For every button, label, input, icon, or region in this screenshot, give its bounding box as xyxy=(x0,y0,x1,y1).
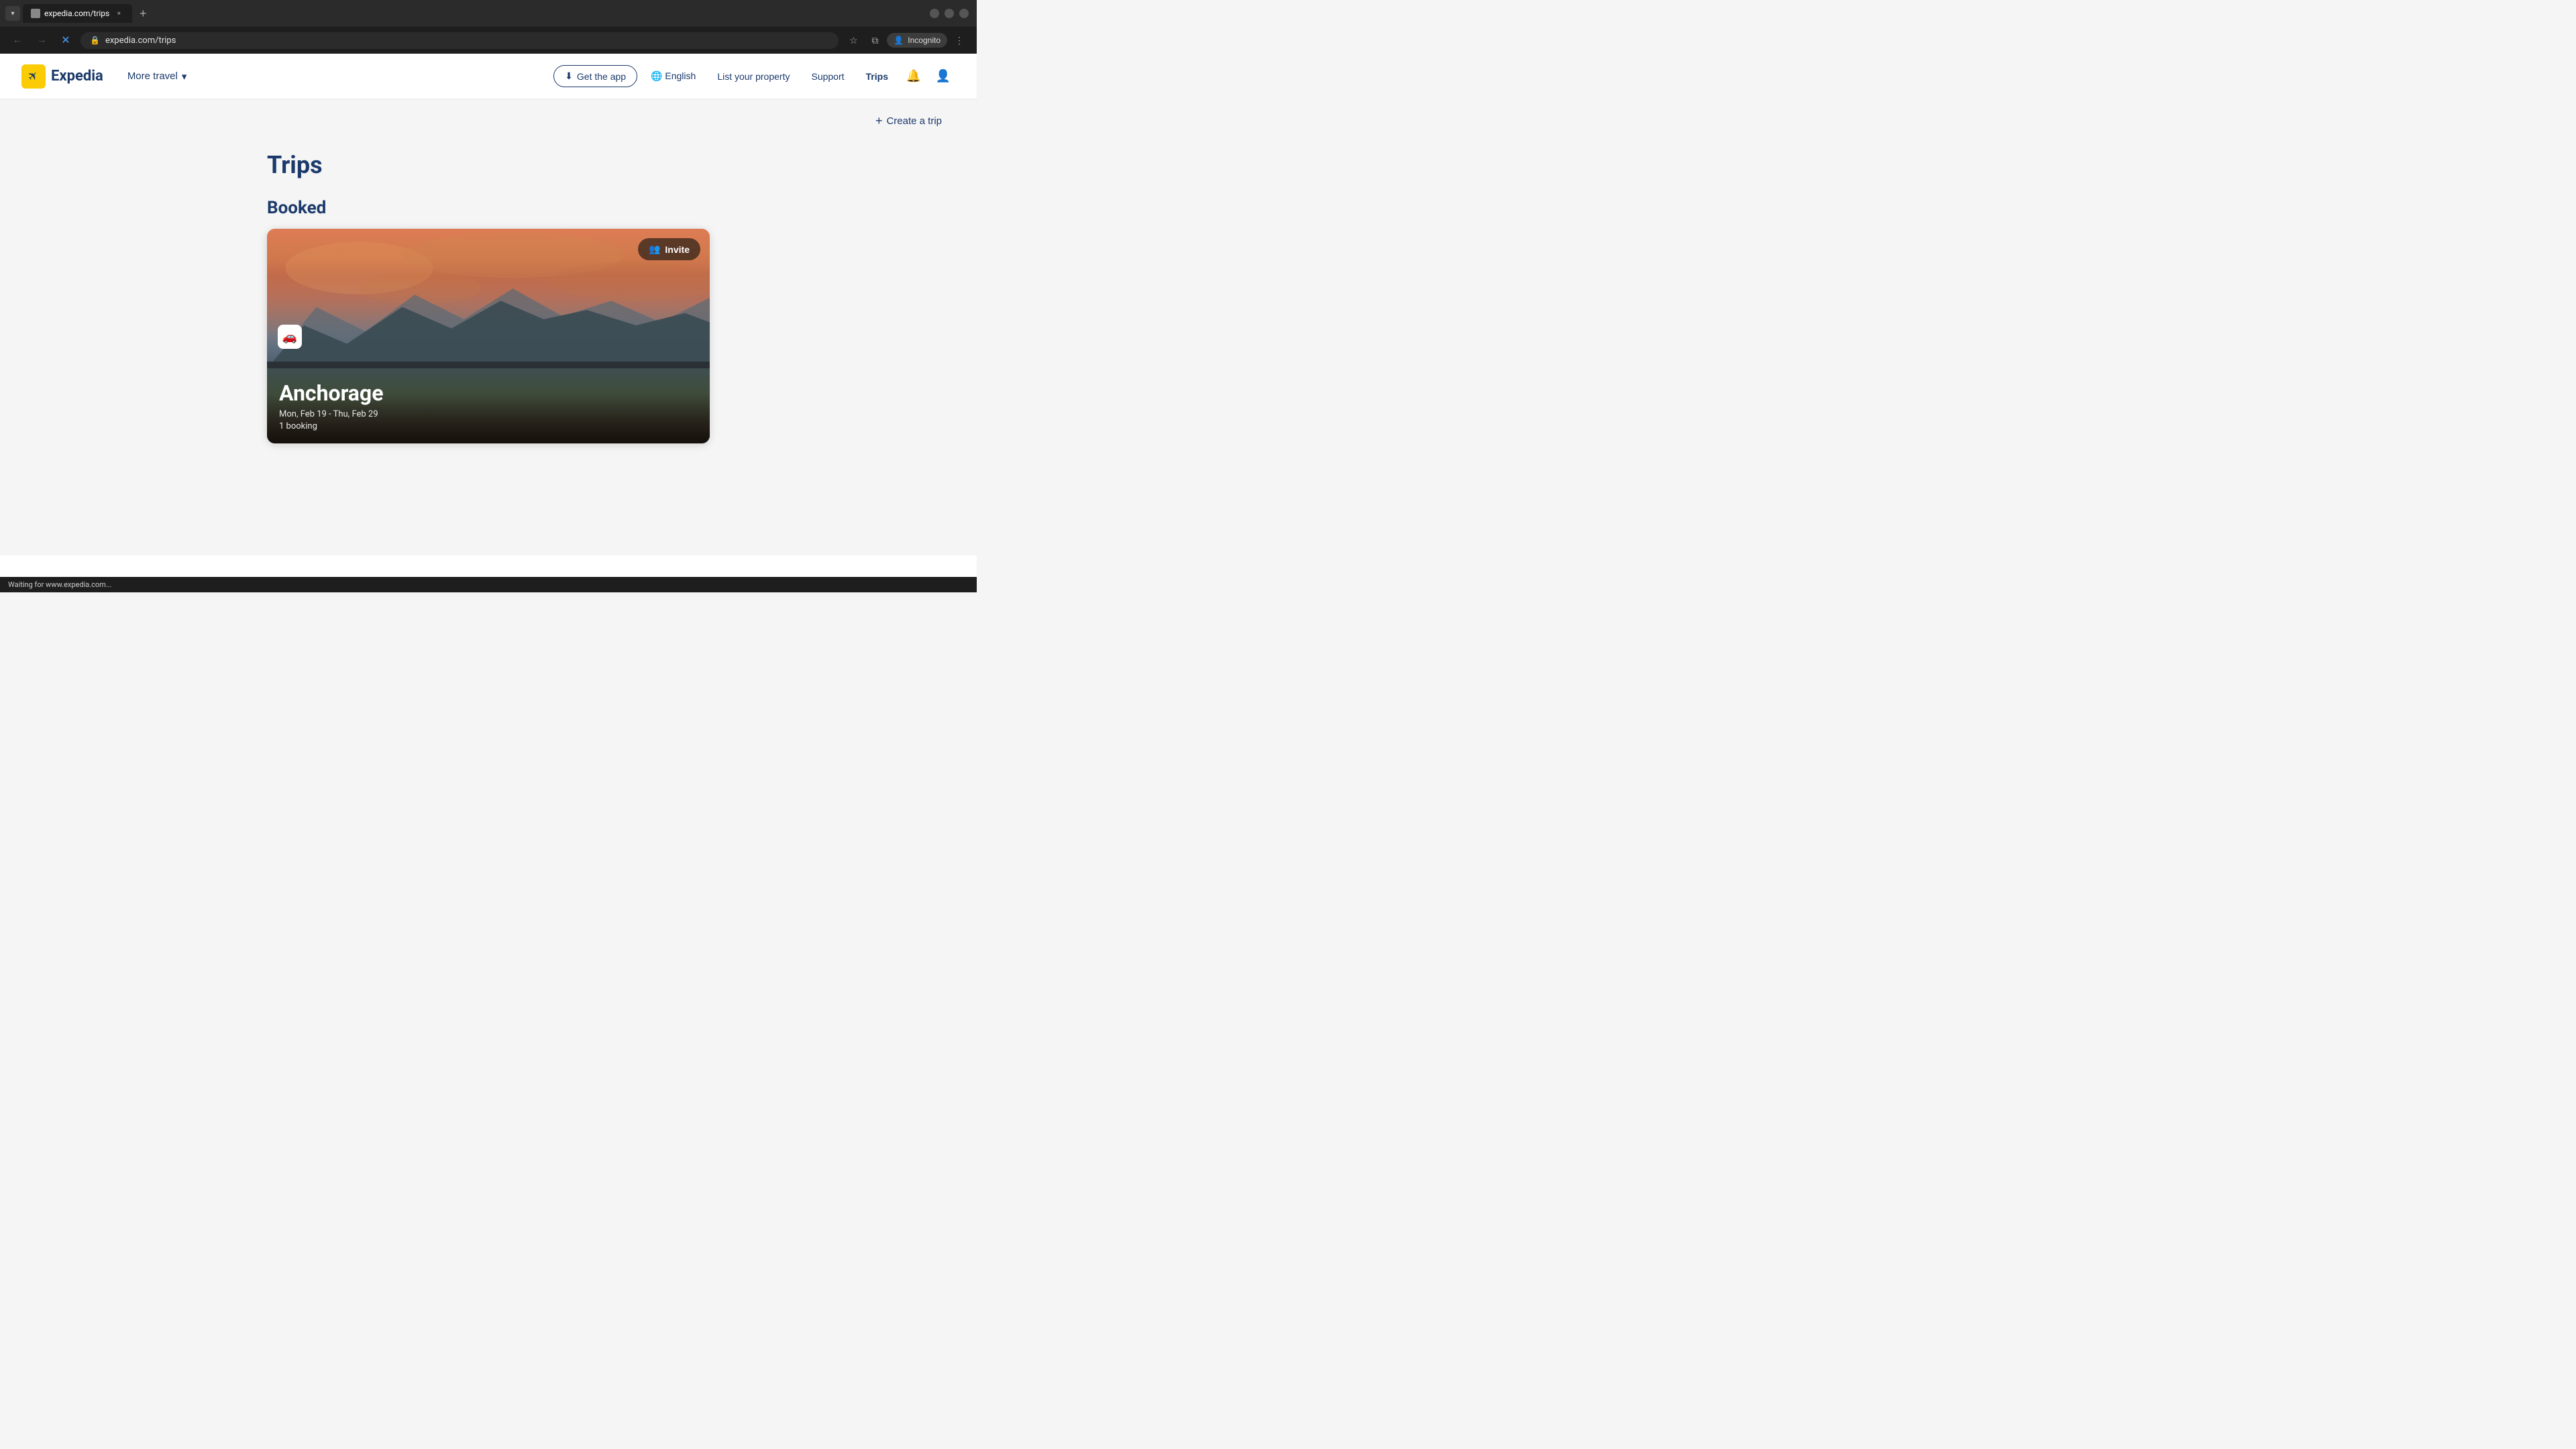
plus-icon: + xyxy=(875,114,883,128)
close-button[interactable] xyxy=(959,9,969,18)
maximize-button[interactable] xyxy=(945,9,954,18)
incognito-button[interactable]: 👤 Incognito xyxy=(887,33,947,48)
star-button[interactable]: ☆ xyxy=(844,31,863,50)
car-icon: 🚗 xyxy=(282,330,297,344)
forward-button[interactable]: → xyxy=(32,31,51,50)
trip-dates: Mon, Feb 19 - Thu, Feb 29 xyxy=(279,409,698,419)
notifications-button[interactable]: 🔔 xyxy=(902,64,926,89)
tab-dropdown-button[interactable]: ▾ xyxy=(5,6,20,21)
user-icon: 👤 xyxy=(936,69,951,83)
page-title: Trips xyxy=(267,151,710,179)
download-icon: ⬇ xyxy=(565,70,573,82)
more-travel-label: More travel xyxy=(127,70,178,82)
reload-button[interactable]: ✕ xyxy=(56,31,75,50)
reload-icon: ✕ xyxy=(61,34,70,47)
status-text: Waiting for www.expedia.com... xyxy=(8,580,112,589)
booked-section-title: Booked xyxy=(267,198,710,218)
minimize-button[interactable] xyxy=(930,9,939,18)
address-bar[interactable]: 🔒 expedia.com/trips xyxy=(80,32,839,49)
invite-label: Invite xyxy=(665,244,690,255)
main-content: + Create a trip Trips Booked xyxy=(0,99,977,555)
nav-right: ⬇ Get the app 🌐 English List your proper… xyxy=(553,64,955,89)
site-header: Expedia More travel ▾ ⬇ Get the app 🌐 En… xyxy=(0,54,977,99)
bell-icon: 🔔 xyxy=(906,69,921,83)
tab-close-button[interactable]: × xyxy=(113,8,124,19)
trip-destination: Anchorage xyxy=(279,382,698,405)
sidebar-button[interactable]: ⧉ xyxy=(865,31,884,50)
back-button[interactable]: ← xyxy=(8,31,27,50)
logo-icon xyxy=(21,64,46,89)
account-button[interactable]: 👤 xyxy=(931,64,955,89)
create-trip-label: Create a trip xyxy=(886,115,942,127)
more-button[interactable]: ⋮ xyxy=(950,31,969,50)
tab-favicon xyxy=(31,9,40,18)
incognito-profile-icon: 👤 xyxy=(894,36,904,45)
website-content: Expedia More travel ▾ ⬇ Get the app 🌐 En… xyxy=(0,54,977,577)
tab-dropdown-icon: ▾ xyxy=(11,10,14,17)
star-icon: ☆ xyxy=(849,35,858,46)
browser-chrome: ▾ expedia.com/trips × + ← → ✕ 🔒 xyxy=(0,0,977,54)
more-icon: ⋮ xyxy=(955,35,964,46)
list-property-button[interactable]: List your property xyxy=(709,66,798,87)
invite-button[interactable]: 👥 Invite xyxy=(638,238,700,260)
browser-toolbar: ← → ✕ 🔒 expedia.com/trips ☆ ⧉ 👤 Incognit… xyxy=(0,27,977,54)
support-label: Support xyxy=(811,71,844,82)
globe-icon: 🌐 xyxy=(651,70,662,81)
get-app-button[interactable]: ⬇ Get the app xyxy=(553,65,637,87)
toolbar-actions: ☆ ⧉ 👤 Incognito ⋮ xyxy=(844,31,969,50)
url-text: expedia.com/trips xyxy=(105,36,829,46)
trips-button[interactable]: Trips xyxy=(858,66,896,87)
logo-text: Expedia xyxy=(51,68,103,85)
chevron-down-icon: ▾ xyxy=(182,70,187,83)
create-trip-bar: + Create a trip xyxy=(0,99,977,138)
tab-list: ▾ expedia.com/trips × + xyxy=(5,4,151,23)
language-label: English xyxy=(665,70,696,81)
expedia-logo[interactable]: Expedia xyxy=(21,64,103,89)
incognito-label: Incognito xyxy=(908,36,941,45)
sidebar-icon: ⧉ xyxy=(871,35,878,46)
more-travel-button[interactable]: More travel ▾ xyxy=(119,65,195,88)
trip-info: Anchorage Mon, Feb 19 - Thu, Feb 29 1 bo… xyxy=(267,371,710,443)
new-tab-button[interactable]: + xyxy=(135,5,151,21)
language-button[interactable]: 🌐 English xyxy=(643,66,704,87)
support-button[interactable]: Support xyxy=(803,66,852,87)
tab-title: expedia.com/trips xyxy=(44,9,109,18)
create-trip-button[interactable]: + Create a trip xyxy=(867,110,950,132)
trip-card[interactable]: 👥 Invite 🚗 Anchorage Mon, Feb 19 - Thu, … xyxy=(267,229,710,443)
forward-icon: → xyxy=(36,34,47,46)
invite-icon: 👥 xyxy=(649,244,660,255)
status-bar: Waiting for www.expedia.com... xyxy=(0,577,977,592)
active-tab[interactable]: expedia.com/trips × xyxy=(23,4,132,23)
trips-label: Trips xyxy=(866,71,888,82)
get-app-label: Get the app xyxy=(577,71,626,82)
list-property-label: List your property xyxy=(717,71,790,82)
lock-icon: 🔒 xyxy=(90,36,100,45)
content-area: Trips Booked xyxy=(254,138,723,470)
car-icon-badge: 🚗 xyxy=(278,325,302,349)
back-icon: ← xyxy=(12,34,23,46)
trip-bookings: 1 booking xyxy=(279,421,698,431)
browser-titlebar: ▾ expedia.com/trips × + xyxy=(0,0,977,27)
mountain-svg xyxy=(267,282,710,368)
shoreline xyxy=(267,362,710,368)
